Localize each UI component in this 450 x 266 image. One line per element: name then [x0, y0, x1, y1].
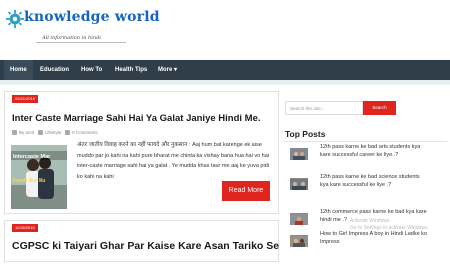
- thumb-caption-top: Intercaste Mar: [13, 154, 51, 160]
- students-image: [290, 149, 308, 160]
- top-post-thumbnail[interactable]: [290, 235, 308, 247]
- post-excerpt: अंतर जातीय विवाह करने का नहीं फायदे और न…: [77, 140, 275, 182]
- post-category[interactable]: Lifestyle: [45, 130, 62, 135]
- top-post-thumbnail[interactable]: [290, 148, 308, 160]
- site-logo[interactable]: knowledge world All information in hindi: [6, 8, 160, 43]
- main-nav: Home Education How To Health Tips More ▾: [0, 60, 450, 80]
- top-post-title[interactable]: 12th pass karne ke bad arts students kya…: [320, 143, 428, 159]
- thumb-caption-bottom: Fayda Aur Nu: [13, 178, 45, 184]
- watermark-line-1: Activate Windows: [350, 218, 390, 224]
- top-post-item[interactable]: How to Girl Impress A boy in Hindi Ladke…: [290, 230, 450, 266]
- top-post-title[interactable]: How to Girl Impress A boy in Hindi Ladke…: [320, 230, 428, 246]
- couple-image: [290, 236, 308, 247]
- post-card: 02/21/2019 Inter Caste Marriage Sahi Hai…: [4, 91, 279, 214]
- nav-how-to[interactable]: How To: [75, 60, 108, 80]
- logo-text: knowledge world: [24, 9, 160, 25]
- post-comments[interactable]: 0 Comments: [72, 130, 98, 135]
- search-button[interactable]: Search: [363, 101, 396, 115]
- post-date-badge: 11/26/2018: [12, 224, 38, 232]
- gear-logo-icon: [6, 10, 24, 28]
- post-author[interactable]: By amit: [19, 130, 34, 135]
- students-image: [290, 179, 308, 190]
- top-post-thumbnail[interactable]: [290, 178, 308, 190]
- watermark-line-2: Go to Settings to activate Windows.: [350, 225, 429, 231]
- nav-more[interactable]: More ▾: [152, 60, 183, 80]
- nav-home[interactable]: Home: [4, 60, 33, 80]
- user-icon: [12, 130, 17, 136]
- post-thumbnail[interactable]: Intercaste Mar Fayda Aur Nu: [11, 145, 67, 209]
- search-input[interactable]: Search this site...: [285, 101, 363, 115]
- nav-education[interactable]: Education: [34, 60, 75, 80]
- activate-windows-watermark: Activate Windows Go to Settings to activ…: [350, 218, 429, 232]
- post-title[interactable]: CGPSC ki Taiyari Ghar Par Kaise Kare Asa…: [12, 240, 279, 252]
- comment-icon: [65, 130, 71, 136]
- logo-tagline: All information in hindi: [42, 35, 101, 41]
- tagline-divider: [36, 42, 126, 43]
- top-post-item[interactable]: 12th pass karne ke bad science students …: [290, 173, 450, 209]
- nav-health-tips[interactable]: Health Tips: [109, 60, 153, 80]
- nav-shadow-strip: [0, 80, 450, 85]
- top-posts-heading: Top Posts: [285, 129, 326, 139]
- post-title[interactable]: Inter Caste Marriage Sahi Hai Ya Galat J…: [12, 113, 261, 124]
- students-image: [290, 214, 308, 225]
- top-post-thumbnail[interactable]: [290, 213, 308, 225]
- top-posts-divider: [285, 141, 447, 142]
- post-card: 11/26/2018 CGPSC ki Taiyari Ghar Par Kai…: [4, 220, 279, 262]
- couple-photo-image: Intercaste Mar Fayda Aur Nu: [11, 145, 67, 209]
- post-meta: By amit Lifestyle 0 Comments: [12, 130, 98, 136]
- folder-icon: [37, 130, 43, 136]
- read-more-button[interactable]: Read More: [222, 181, 270, 201]
- site-header: knowledge world All information in hindi: [0, 0, 450, 60]
- top-post-title[interactable]: 12th pass karne ke bad science students …: [320, 173, 428, 189]
- post-excerpt-hindi: अंतर जातीय विवाह करने का नहीं फायदे और न…: [77, 142, 191, 148]
- post-date-badge: 02/21/2019: [12, 95, 39, 103]
